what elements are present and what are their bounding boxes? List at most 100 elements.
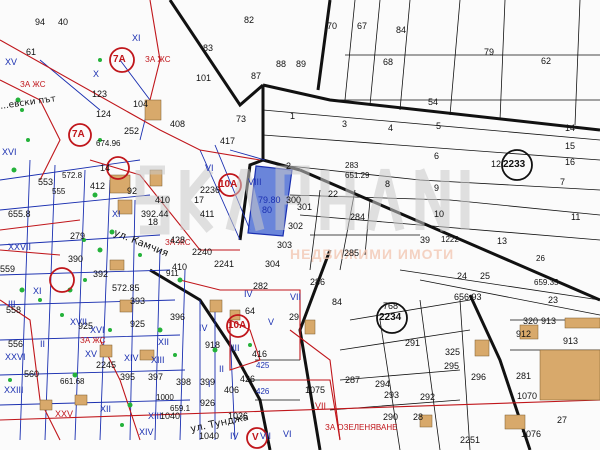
block-number: XIII	[151, 355, 165, 365]
parcel-number: 68	[383, 57, 394, 67]
block-number: II	[40, 339, 46, 349]
parcel-number: 1000	[156, 393, 174, 402]
parcel-number: 2240	[192, 247, 213, 257]
block-number: XI	[132, 33, 141, 43]
parcel-number: 1040	[160, 411, 181, 421]
parcel-number: 395	[120, 372, 136, 382]
block-number: XV	[85, 349, 98, 359]
block-number: IV	[199, 323, 208, 333]
parcel-number: 1076	[521, 429, 542, 439]
parcel-number: 4	[388, 123, 394, 133]
parcel-number: 22	[328, 189, 339, 199]
parcel-number: 7	[560, 177, 566, 187]
circle-label-10a: 10А	[228, 320, 247, 331]
parcel-number: 291	[405, 338, 421, 348]
parcel-number: 426	[240, 374, 256, 384]
parcel-number: 410	[172, 262, 188, 272]
parcel-number: 94	[35, 17, 46, 27]
parcel-number: 912	[516, 329, 532, 339]
parcel-number: 123	[92, 89, 108, 99]
block-number: XV	[5, 57, 18, 67]
block-number: X	[93, 69, 100, 79]
parcel-number: 88	[276, 59, 287, 69]
parcel-number: 84	[396, 25, 407, 35]
parcel-number: 301	[297, 202, 313, 212]
circle-label-10a-top: 10А	[219, 179, 238, 190]
block-number: XXVI	[5, 352, 26, 362]
block-number: XI	[112, 209, 121, 219]
watermark-text: НЕДВИЖИМИ ИМОТИ	[290, 246, 455, 262]
parcel-number: 64	[245, 306, 256, 316]
parcel-number: 67	[357, 21, 368, 31]
parcel-number: 13	[497, 236, 508, 246]
parcel-number: 426	[256, 387, 270, 396]
parcel-number: 425	[256, 361, 270, 370]
parcel-number: 659.1	[170, 404, 191, 413]
zone-label: ЗА ЖС	[20, 80, 46, 89]
parcel-number: 6	[434, 151, 440, 161]
parcel-number: 560	[24, 369, 40, 379]
parcel-number: 39	[420, 235, 431, 245]
block-number: VI	[283, 429, 292, 439]
parcel-number: 11	[571, 212, 581, 222]
parcel-number: 292	[420, 392, 436, 402]
parcel-number: 302	[288, 221, 304, 231]
block-number: IV	[244, 289, 253, 299]
zone-label: ЗА ЖС	[80, 336, 106, 345]
parcel-number: 559	[0, 264, 16, 274]
parcel-number: 89	[296, 59, 307, 69]
parcel-number: 252	[124, 126, 140, 136]
block-number: VIII	[248, 177, 262, 187]
parcel-number: 408	[170, 119, 186, 129]
parcel-number: 27	[557, 415, 568, 425]
parcel-number: 279	[70, 231, 86, 241]
parcel-number: 396	[170, 312, 186, 322]
parcel-number: 556	[8, 339, 24, 349]
parcel-number: 1222	[441, 235, 459, 244]
parcel-number: 70	[327, 21, 338, 31]
block-number: XIII	[148, 411, 162, 421]
circle-label-7a-mid: 7А	[72, 129, 85, 140]
parcel-number: 61	[26, 47, 37, 57]
parcel-number: 1070	[517, 391, 538, 401]
block-number: VII	[315, 401, 327, 411]
parcel-number: 925	[130, 319, 146, 329]
highlight-label-bottom: 80	[262, 205, 273, 215]
block-number: XII	[158, 337, 170, 347]
parcel-number: 87	[251, 71, 262, 81]
parcel-number: 296	[471, 372, 487, 382]
parcel-number: 92	[127, 186, 138, 196]
parcel-number: 290	[383, 412, 399, 422]
parcel-number: 101	[196, 73, 212, 83]
parcel-number: 768	[383, 301, 399, 311]
block-number: XXVII	[8, 242, 32, 252]
parcel-number: 124	[96, 109, 112, 119]
parcel-number: 410	[155, 195, 171, 205]
parcel-number: 1075	[305, 385, 326, 395]
block-number: III	[8, 299, 16, 309]
parcel-number: 25	[480, 271, 491, 281]
block-number: VI	[205, 163, 214, 173]
parcel-number: 29	[289, 312, 300, 322]
circle-label-2234: 2234	[379, 312, 402, 323]
parcel-number: 283	[345, 161, 359, 170]
parcel-number: 8	[385, 179, 391, 189]
block-number: VII	[260, 431, 272, 441]
block-number: I	[208, 379, 211, 389]
parcel-number: 16	[565, 157, 576, 167]
parcel-number: 913	[563, 336, 579, 346]
parcel-number: 325	[445, 347, 461, 357]
parcel-number: 293	[384, 390, 400, 400]
parcel-number: 82	[244, 15, 255, 25]
parcel-number: 661.68	[60, 377, 85, 386]
parcel-number: 656.93	[454, 292, 482, 302]
parcel-number: 62	[541, 56, 552, 66]
parcel-number: 918	[205, 340, 221, 350]
parcel-number: 282	[253, 281, 269, 291]
parcel-number: 295	[444, 361, 460, 371]
circle-label-7a-top: 7А	[113, 54, 126, 65]
block-number: XII	[100, 404, 112, 414]
parcel-number: 304	[265, 259, 281, 269]
cadastral-map: ул. Камчия ул. Тунджа ...евски път 7А 7А…	[0, 0, 600, 450]
parcel-number: 73	[236, 114, 247, 124]
